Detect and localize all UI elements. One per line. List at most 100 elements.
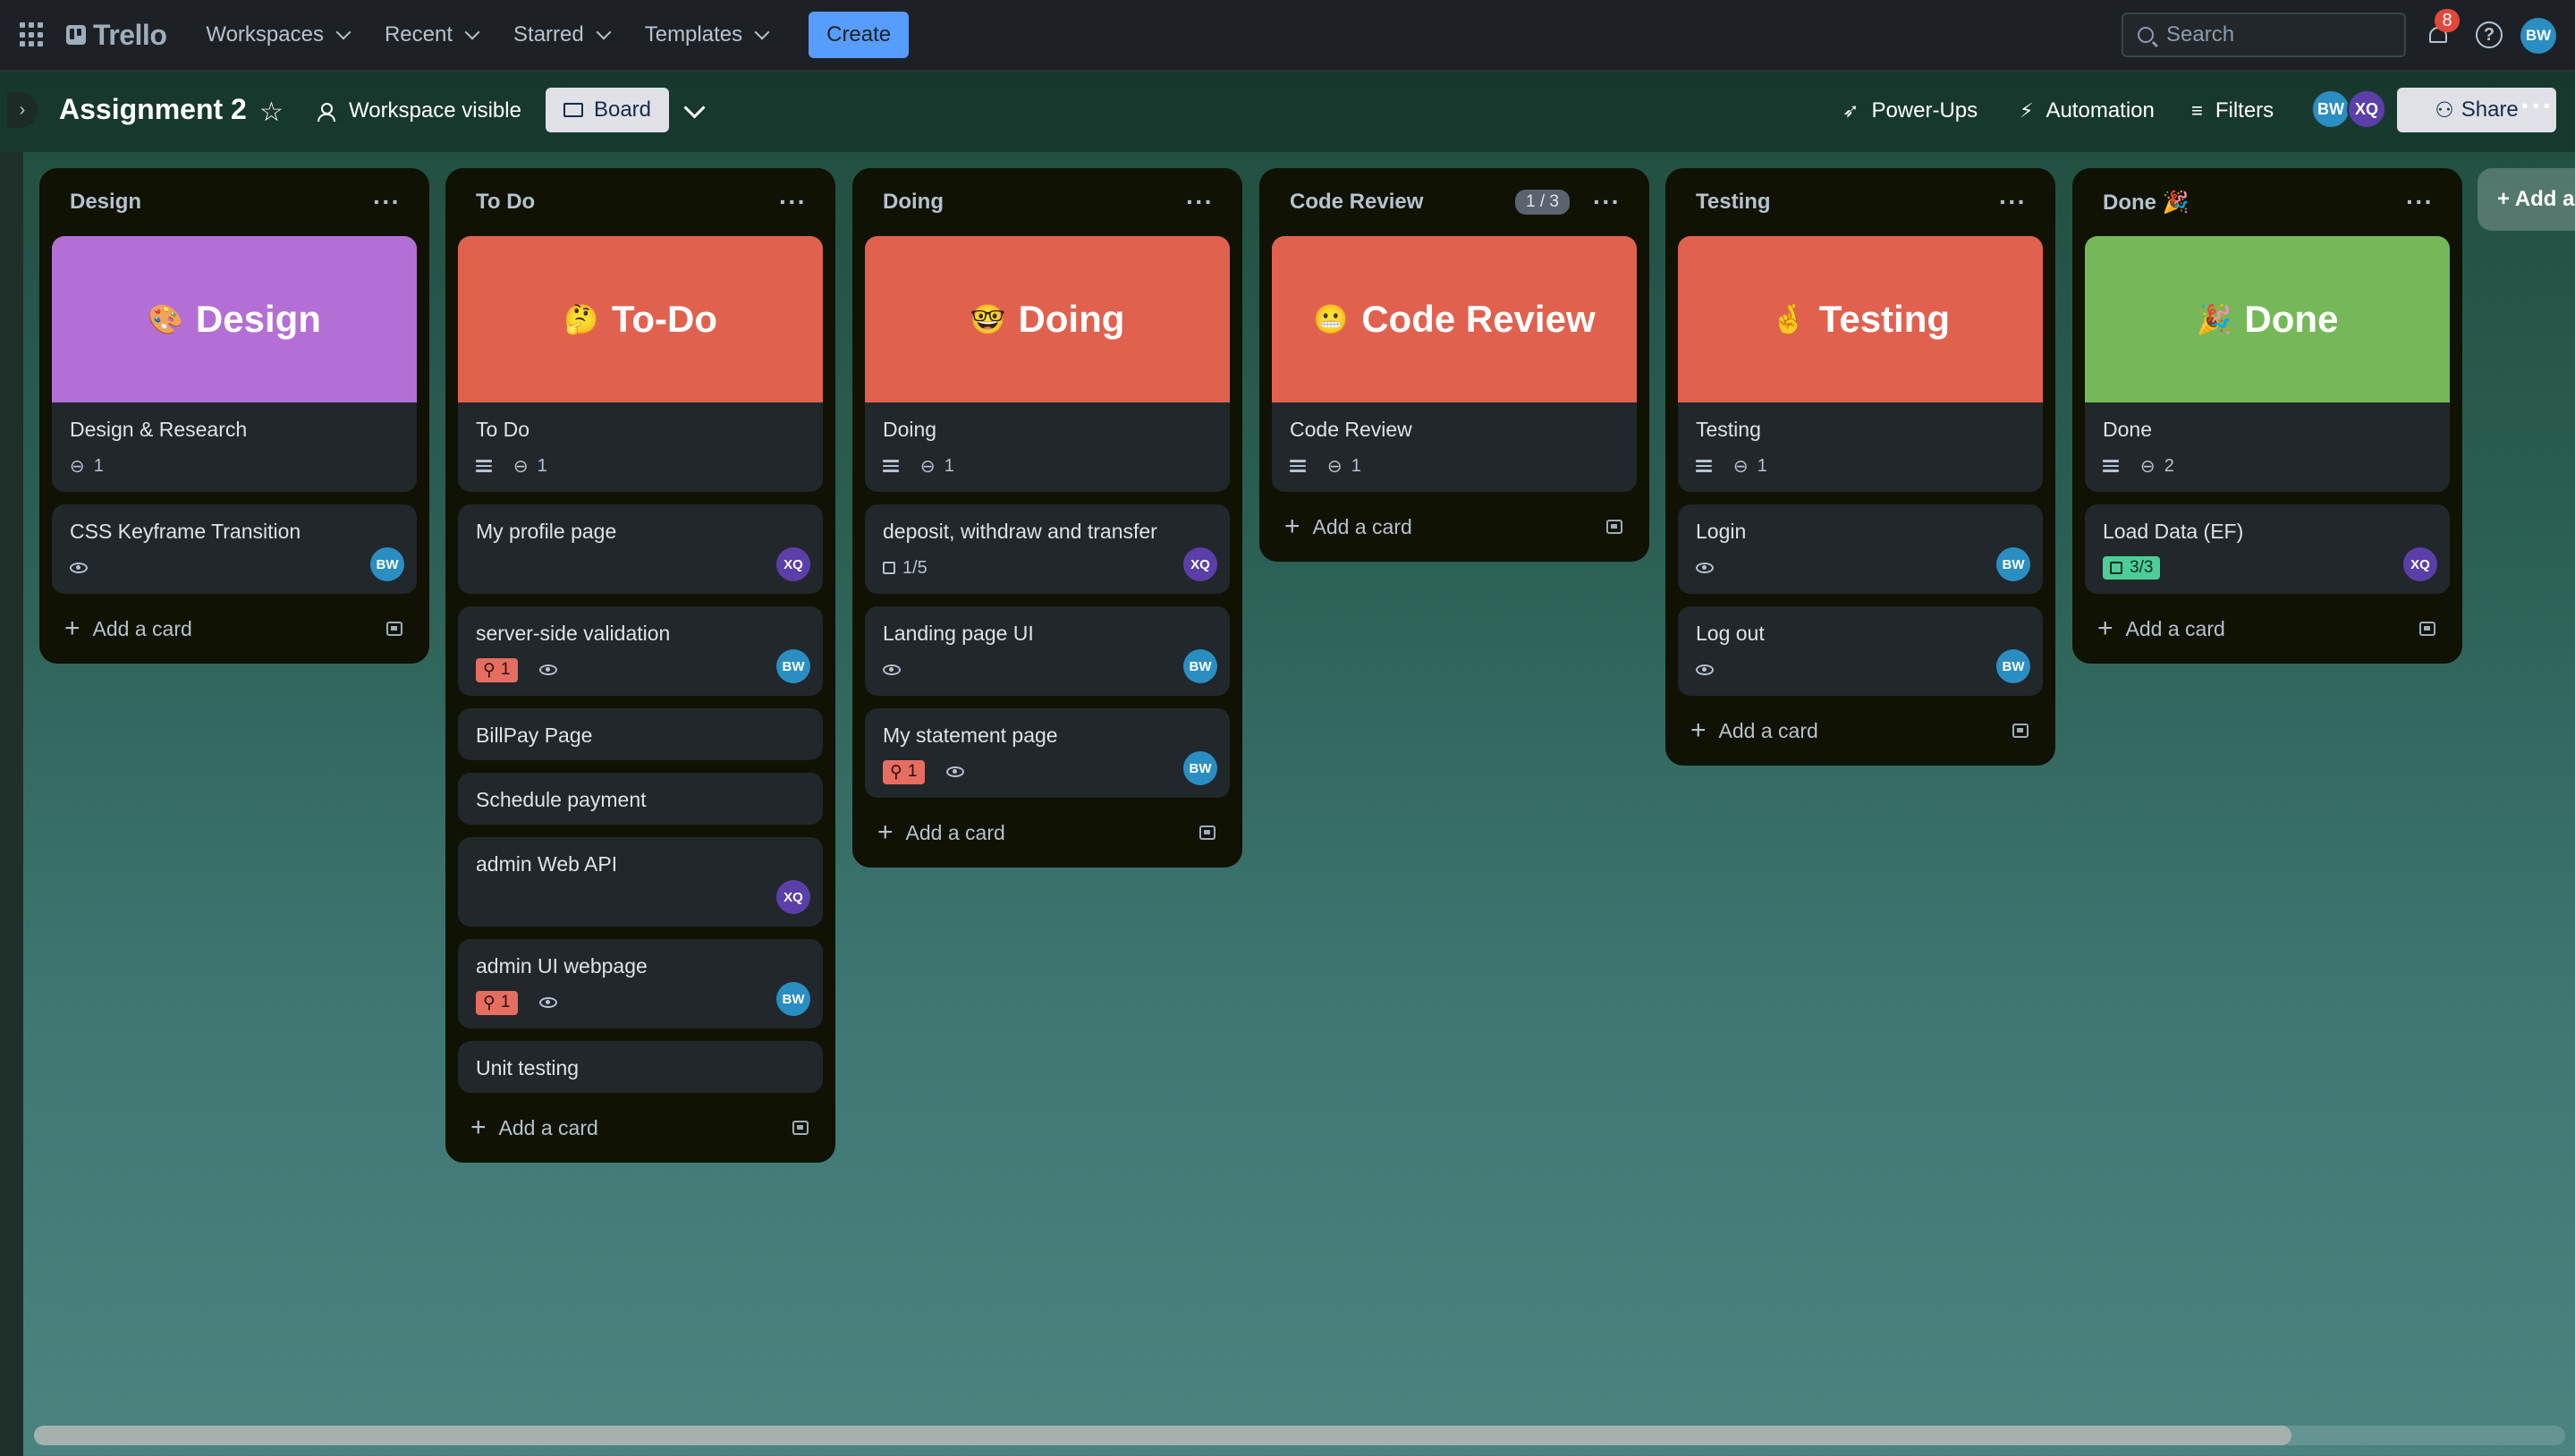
create-from-template-icon[interactable]: [2419, 622, 2435, 636]
list-header[interactable]: Testing ···: [1678, 168, 2043, 236]
workspaces-menu[interactable]: Workspaces: [193, 12, 361, 58]
recent-menu[interactable]: Recent: [372, 12, 490, 58]
add-card-button[interactable]: + Add a card: [1678, 708, 2043, 753]
card[interactable]: admin Web API XQ: [458, 837, 823, 927]
list-menu-icon[interactable]: ···: [1179, 188, 1221, 216]
description-indicator: [2103, 460, 2119, 472]
horizontal-scrollbar-thumb[interactable]: [34, 1426, 2291, 1445]
attachment-value: 1: [944, 455, 954, 476]
list-header[interactable]: Design ···: [52, 168, 417, 236]
card[interactable]: Log out BW: [1678, 606, 2043, 696]
create-from-template-icon[interactable]: [1606, 520, 1622, 534]
list-menu-icon[interactable]: ···: [1992, 188, 2034, 216]
card-member-avatar[interactable]: XQ: [2403, 547, 2437, 581]
list-menu-icon[interactable]: ···: [1586, 188, 1628, 216]
templates-menu[interactable]: Templates: [632, 12, 780, 58]
automation-button[interactable]: ⚡ Automation: [2020, 98, 2155, 123]
account-avatar[interactable]: BW: [2520, 18, 2556, 54]
card-member-avatar[interactable]: XQ: [776, 547, 810, 581]
card[interactable]: Unit testing: [458, 1041, 823, 1093]
attachment-value: 1: [1351, 455, 1361, 476]
list-header[interactable]: Code Review 1 / 3 ···: [1272, 168, 1637, 236]
list-title[interactable]: Code Review: [1290, 190, 1423, 215]
eye-icon: [70, 563, 88, 573]
card-member-avatar[interactable]: BW: [1996, 547, 2030, 581]
list-title[interactable]: Design: [70, 190, 141, 215]
card-badges: [1696, 656, 2027, 683]
card[interactable]: deposit, withdraw and transfer 1/5 XQ: [865, 504, 1230, 594]
checklist-value: 3/3: [2130, 558, 2154, 577]
card[interactable]: server-side validation ⚲ 1 BW: [458, 606, 823, 696]
card[interactable]: 🤓 Doing Doing ⊘ 1: [865, 236, 1230, 492]
eye-icon: [883, 665, 901, 675]
card-body: Log out: [1678, 606, 2043, 696]
member-avatar-bw[interactable]: BW: [2311, 89, 2351, 129]
card[interactable]: 🎨 Design Design & Research ⊘ 1: [52, 236, 417, 492]
star-icon[interactable]: ☆: [259, 97, 284, 128]
create-button[interactable]: Create: [809, 12, 910, 58]
add-list-button[interactable]: + Add a: [2478, 168, 2575, 231]
list-menu-icon[interactable]: ···: [366, 188, 408, 216]
list-title[interactable]: Done 🎉: [2103, 190, 2190, 216]
card-badges: ⚲ 1: [883, 758, 1214, 785]
card-member-avatar[interactable]: BW: [1183, 751, 1217, 785]
trello-logo[interactable]: Trello: [66, 19, 167, 52]
board-title[interactable]: Assignment 2: [59, 93, 247, 126]
add-card-button[interactable]: + Add a card: [52, 606, 417, 651]
card[interactable]: BillPay Page: [458, 708, 823, 760]
power-ups-button[interactable]: ➶ Power-Ups: [1842, 98, 1978, 123]
card[interactable]: Login BW: [1678, 504, 2043, 594]
help-icon[interactable]: ?: [2476, 21, 2503, 48]
member-avatar-xq[interactable]: XQ: [2347, 89, 2386, 129]
create-from-template-icon[interactable]: [792, 1121, 809, 1135]
card-badges: ⊘ 1: [476, 453, 807, 479]
create-from-template-icon[interactable]: [1199, 825, 1216, 840]
card-member-avatar[interactable]: BW: [370, 547, 404, 581]
add-card-button[interactable]: + Add a card: [865, 810, 1230, 855]
card-member-avatar[interactable]: BW: [1996, 649, 2030, 683]
create-from-template-icon[interactable]: [2012, 724, 2029, 738]
add-card-button[interactable]: + Add a card: [2085, 606, 2450, 651]
card[interactable]: CSS Keyframe Transition BW: [52, 504, 417, 594]
card[interactable]: Load Data (EF) 3/3 XQ: [2085, 504, 2450, 594]
list-title[interactable]: Doing: [883, 190, 944, 215]
filters-button[interactable]: ≡ Filters: [2191, 98, 2274, 123]
card[interactable]: Landing page UI BW: [865, 606, 1230, 696]
card-member-avatar[interactable]: XQ: [1183, 547, 1217, 581]
card[interactable]: 🤔 To-Do To Do ⊘ 1: [458, 236, 823, 492]
card-member-avatar[interactable]: XQ: [776, 880, 810, 914]
board-menu-icon[interactable]: ···: [2520, 89, 2554, 124]
watching-indicator: [945, 766, 964, 777]
add-person-icon: ⚇: [2435, 97, 2454, 123]
add-card-button[interactable]: + Add a card: [1272, 504, 1637, 549]
card[interactable]: Schedule payment: [458, 773, 823, 825]
card[interactable]: admin UI webpage ⚲ 1 BW: [458, 939, 823, 1029]
board-view-button[interactable]: Board: [546, 88, 669, 132]
list-header[interactable]: To Do ···: [458, 168, 823, 236]
card-member-avatar[interactable]: BW: [776, 982, 810, 1016]
visibility-button[interactable]: Workspace visible: [317, 98, 521, 123]
card-body: BillPay Page: [458, 708, 823, 760]
card[interactable]: 🤞 Testing Testing ⊘ 1: [1678, 236, 2043, 492]
list-title[interactable]: To Do: [476, 190, 535, 215]
card[interactable]: My profile page XQ: [458, 504, 823, 594]
app-switcher-icon[interactable]: [20, 22, 45, 47]
card-title: deposit, withdraw and transfer: [883, 520, 1157, 543]
card[interactable]: 😬 Code Review Code Review ⊘ 1: [1272, 236, 1637, 492]
list-header[interactable]: Doing ···: [865, 168, 1230, 236]
card-member-avatar[interactable]: BW: [1183, 649, 1217, 683]
card[interactable]: My statement page ⚲ 1 BW: [865, 708, 1230, 798]
list-menu-icon[interactable]: ···: [772, 188, 814, 216]
card-title: Login: [1696, 520, 1747, 543]
starred-menu[interactable]: Starred: [501, 12, 622, 58]
list-menu-icon[interactable]: ···: [2399, 188, 2441, 216]
add-card-button[interactable]: + Add a card: [458, 1105, 823, 1150]
card[interactable]: 🎉 Done Done ⊘ 2: [2085, 236, 2450, 492]
search-input[interactable]: Search: [2122, 13, 2406, 57]
cover-emoji-icon: 🤞: [1770, 303, 1807, 335]
card-badges: ⚲ 1: [476, 989, 807, 1016]
card-member-avatar[interactable]: BW: [776, 649, 810, 683]
create-from-template-icon[interactable]: [386, 622, 402, 636]
list-header[interactable]: Done 🎉 ···: [2085, 168, 2450, 236]
list-title[interactable]: Testing: [1696, 190, 1771, 215]
